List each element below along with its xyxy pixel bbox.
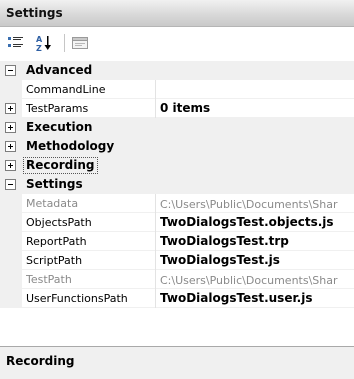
property-row-testpath[interactable]: TestPath C:\Users\Public\Documents\Shar — [0, 270, 354, 289]
property-row-metadata[interactable]: Metadata C:\Users\Public\Documents\Shar — [0, 194, 354, 213]
window-title: Settings — [6, 6, 63, 20]
category-row-advanced[interactable]: Advanced — [0, 61, 354, 80]
alphabetical-icon: A Z — [36, 35, 51, 52]
description-pane: Recording — [0, 346, 354, 379]
column-divider[interactable] — [155, 194, 156, 213]
row-gutter — [0, 270, 22, 289]
row-gutter — [0, 213, 22, 232]
property-grid: Advanced CommandLine TestParams 0 items … — [0, 61, 354, 346]
category-label: Recording — [23, 157, 98, 174]
property-value[interactable]: TwoDialogsTest.objects.js — [160, 215, 354, 230]
property-row-reportpath[interactable]: ReportPath TwoDialogsTest.trp — [0, 232, 354, 251]
alphabetical-button[interactable]: A Z — [34, 33, 54, 53]
category-label: Methodology — [26, 139, 115, 153]
column-divider[interactable] — [155, 80, 156, 99]
property-row-userfunctionspath[interactable]: UserFunctionsPath TwoDialogsTest.user.js — [0, 289, 354, 308]
toolbar-separator — [64, 34, 65, 52]
property-name: UserFunctionsPath — [26, 292, 128, 305]
property-name: ReportPath — [26, 235, 87, 248]
expand-icon[interactable] — [5, 141, 16, 152]
property-value[interactable]: TwoDialogsTest.user.js — [160, 291, 354, 306]
column-divider[interactable] — [155, 213, 156, 232]
row-gutter — [0, 289, 22, 308]
property-value[interactable]: TwoDialogsTest.js — [160, 253, 354, 268]
row-gutter — [0, 194, 22, 213]
property-name: ScriptPath — [26, 254, 83, 267]
category-row-recording[interactable]: Recording — [0, 156, 354, 175]
category-label: Advanced — [26, 63, 93, 77]
toolbar: A Z — [0, 27, 354, 60]
property-row-testparams[interactable]: TestParams 0 items — [0, 99, 354, 118]
property-name: ObjectsPath — [26, 216, 92, 229]
column-divider[interactable] — [155, 270, 156, 289]
property-name: TestPath — [26, 273, 72, 286]
expand-icon[interactable] — [5, 160, 16, 171]
row-gutter — [0, 80, 22, 99]
property-row-scriptpath[interactable]: ScriptPath TwoDialogsTest.js — [0, 251, 354, 270]
property-value[interactable]: 0 items — [160, 101, 354, 116]
column-divider[interactable] — [155, 99, 156, 118]
categorized-button[interactable] — [6, 33, 26, 53]
title-bar: Settings — [0, 0, 354, 27]
row-gutter — [0, 251, 22, 270]
column-divider[interactable] — [155, 232, 156, 251]
property-value[interactable]: C:\Users\Public\Documents\Shar — [160, 273, 354, 288]
expand-icon[interactable] — [5, 122, 16, 133]
property-name: CommandLine — [26, 83, 106, 96]
collapse-icon[interactable] — [5, 179, 16, 190]
property-name: TestParams — [26, 102, 89, 115]
collapse-icon[interactable] — [5, 65, 16, 76]
column-divider[interactable] — [155, 251, 156, 270]
category-label: Execution — [26, 120, 93, 134]
property-row-commandline[interactable]: CommandLine — [0, 80, 354, 99]
svg-text:A: A — [36, 35, 43, 44]
svg-text:Z: Z — [36, 44, 42, 52]
category-row-methodology[interactable]: Methodology — [0, 137, 354, 156]
column-divider[interactable] — [155, 289, 156, 308]
property-value[interactable]: C:\Users\Public\Documents\Shar — [160, 197, 354, 212]
property-grid-window: Settings A Z Advanced CommandLine TestPa… — [0, 0, 354, 379]
category-label: Settings — [26, 177, 83, 191]
description-title: Recording — [6, 354, 75, 368]
property-value[interactable]: TwoDialogsTest.trp — [160, 234, 354, 249]
expand-icon[interactable] — [5, 103, 16, 114]
category-row-execution[interactable]: Execution — [0, 118, 354, 137]
property-name: Metadata — [26, 197, 79, 210]
property-pages-button[interactable] — [70, 33, 90, 53]
category-row-settings[interactable]: Settings — [0, 175, 354, 194]
property-row-objectspath[interactable]: ObjectsPath TwoDialogsTest.objects.js — [0, 213, 354, 232]
categorized-icon — [8, 37, 23, 47]
property-pages-icon — [72, 37, 88, 49]
row-gutter — [0, 232, 22, 251]
